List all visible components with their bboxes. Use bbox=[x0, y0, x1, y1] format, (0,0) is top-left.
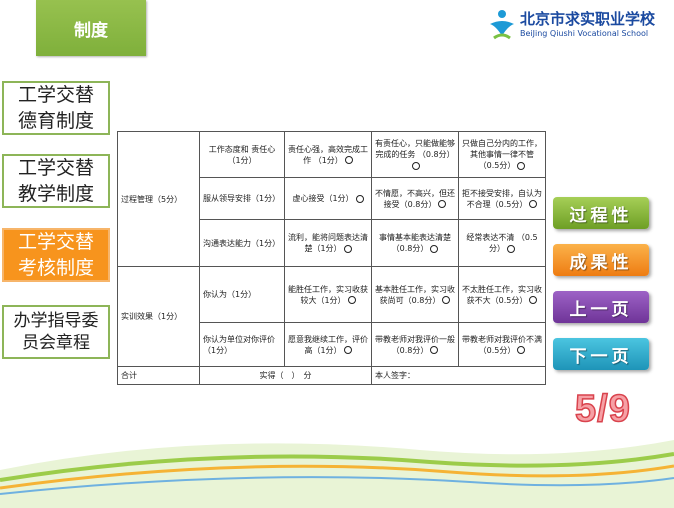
bottom-wave-decoration bbox=[0, 440, 674, 508]
score-option: 拒不接受安排，自认为不合理（0.5分） bbox=[458, 177, 546, 220]
result-label: 实训效果（1分） bbox=[117, 266, 200, 367]
process-label: 过程管理（5分） bbox=[117, 131, 200, 267]
school-logo: 北京市求实职业学校 BeiJing Qiushi Vocational Scho… bbox=[486, 6, 666, 50]
assessment-table: 过程管理（5分） 工作态度和 责任心（1分） 责任心强，高效完成工作 （1分） … bbox=[117, 131, 546, 385]
score-option: 经常表达不清 （0.5分） bbox=[458, 219, 546, 267]
radio-circle[interactable] bbox=[507, 244, 515, 253]
score-option: 能胜任工作，实习收获较大（1分） bbox=[284, 266, 372, 323]
radio-circle[interactable] bbox=[355, 194, 364, 203]
score-option: 事情基本能表达清楚 （0.8分） bbox=[371, 219, 459, 267]
section-title: 制度 bbox=[36, 0, 146, 56]
radio-circle[interactable] bbox=[412, 161, 420, 170]
score-option: 有责任心，只能做能够完成的任务 （0.8分） bbox=[371, 131, 459, 178]
score-option: 带教老师对我评价一般（0.8分） bbox=[371, 322, 459, 367]
table-row: 实训效果（1分） 你认为（1分） 能胜任工作，实习收获较大（1分） 基本胜任工作… bbox=[117, 266, 546, 367]
nav-label: 工学交替德育制度 bbox=[17, 84, 94, 132]
nav-assessment-system[interactable]: 工学交替考核制度 bbox=[2, 228, 110, 282]
radio-circle[interactable] bbox=[517, 161, 526, 170]
logo-english-name: BeiJing Qiushi Vocational School bbox=[520, 29, 649, 38]
radio-circle[interactable] bbox=[442, 296, 451, 304]
radio-circle[interactable] bbox=[438, 200, 447, 208]
radio-circle[interactable] bbox=[430, 244, 439, 253]
radio-circle[interactable] bbox=[430, 346, 439, 354]
nav-label: 工学交替教学制度 bbox=[17, 157, 94, 205]
score-option: 不太胜任工作，实习收获不大（0.5分） bbox=[458, 266, 546, 323]
radio-circle[interactable] bbox=[343, 244, 352, 253]
signature-field[interactable]: 本人签字： bbox=[371, 366, 546, 385]
nav-label: 办学指导委员会章程 bbox=[13, 311, 99, 353]
process-button[interactable]: 过程性 bbox=[553, 197, 649, 229]
table-row: 合计 实得（ ） 分 本人签字： bbox=[117, 366, 546, 385]
criteria-item: 你认为单位对你评价（1分） bbox=[199, 322, 285, 367]
radio-circle[interactable] bbox=[529, 296, 538, 304]
score-option: 责任心强，高效完成工作 （1分） bbox=[284, 131, 372, 178]
criteria-item: 沟通表达能力（1分） bbox=[199, 219, 285, 267]
score-option: 愿意我继续工作，评价高（1分） bbox=[284, 322, 372, 367]
score-option: 带教老师对我评价不满（0.5分） bbox=[458, 322, 546, 367]
score-option: 虚心接受（1分） bbox=[284, 177, 372, 220]
radio-circle[interactable] bbox=[517, 346, 526, 354]
total-label: 合计 bbox=[117, 366, 200, 385]
score-option: 流利，能将问题表达清楚（1分） bbox=[284, 219, 372, 267]
criteria-item: 工作态度和 责任心（1分） bbox=[199, 131, 285, 178]
result-button[interactable]: 成果性 bbox=[553, 244, 649, 276]
nav-committee-charter[interactable]: 办学指导委员会章程 bbox=[2, 305, 110, 359]
score-option: 基本胜任工作，实习收获尚可（0.8分） bbox=[371, 266, 459, 323]
nav-label: 工学交替考核制度 bbox=[17, 231, 94, 279]
school-logo-icon bbox=[490, 10, 514, 40]
score-option: 不情愿，不高兴，但还接受（0.8分） bbox=[371, 177, 459, 220]
prev-page-button[interactable]: 上一页 bbox=[553, 291, 649, 323]
radio-circle[interactable] bbox=[343, 346, 352, 354]
criteria-item: 你认为（1分） bbox=[199, 266, 285, 323]
next-page-button[interactable]: 下一页 bbox=[553, 338, 649, 370]
radio-circle[interactable] bbox=[347, 296, 356, 304]
nav-teaching-system[interactable]: 工学交替教学制度 bbox=[2, 154, 110, 208]
score-option: 只做自己分内的工作，其他事情一律不管（0.5分） bbox=[458, 131, 546, 178]
logo-chinese-name: 北京市求实职业学校 bbox=[520, 10, 656, 28]
total-score: 实得（ ） 分 bbox=[199, 366, 372, 385]
radio-circle[interactable] bbox=[344, 156, 353, 164]
radio-circle[interactable] bbox=[529, 200, 538, 208]
criteria-item: 服从领导安排（1分） bbox=[199, 177, 285, 220]
table-row: 过程管理（5分） 工作态度和 责任心（1分） 责任心强，高效完成工作 （1分） … bbox=[117, 131, 546, 267]
nav-moral-education[interactable]: 工学交替德育制度 bbox=[2, 81, 110, 135]
